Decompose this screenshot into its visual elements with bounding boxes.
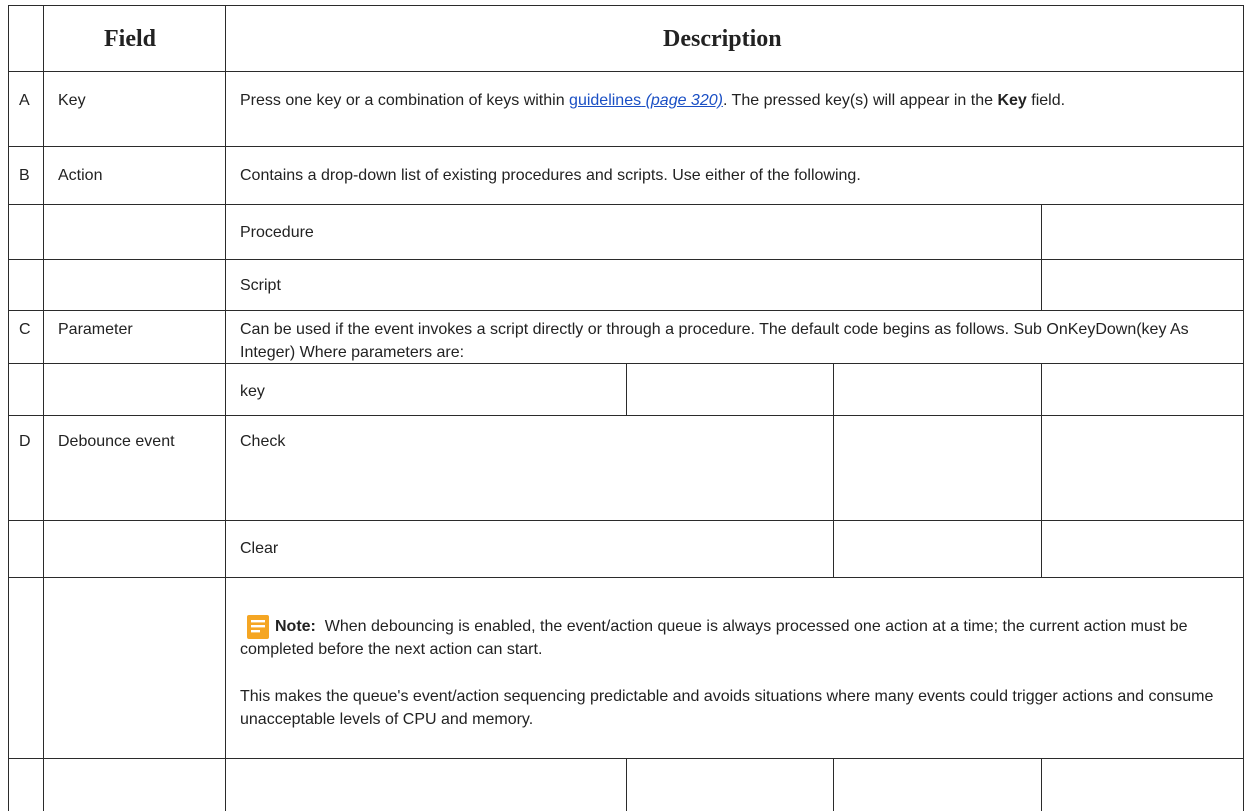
option-procedure: Procedure: [240, 224, 314, 241]
guidelines-link[interactable]: guidelines (page 320): [569, 92, 723, 109]
note-paragraph: This makes the queue's event/action sequ…: [240, 688, 1214, 728]
note-label: Note:: [275, 618, 316, 635]
grid-line: [1041, 363, 1042, 415]
field-description: Press one key or a combination of keys w…: [240, 89, 1225, 112]
grid-line: [225, 5, 226, 811]
grid-line: [43, 5, 44, 811]
grid-line: [8, 5, 1244, 6]
grid-line: [833, 363, 834, 415]
desc-text: . The pressed key(s) will appear in the: [722, 92, 998, 109]
grid-line: [1041, 204, 1042, 310]
grid-line: [833, 758, 834, 811]
grid-line: [626, 758, 627, 811]
header-description: Description: [663, 26, 782, 52]
option-check: Check: [240, 433, 286, 450]
grid-line: [1041, 758, 1042, 811]
header-field: Field: [104, 26, 156, 52]
field-description: Contains a drop-down list of existing pr…: [240, 167, 861, 184]
field-name: Key: [58, 92, 86, 109]
row-letter: D: [19, 433, 31, 450]
note-body: Note: When debouncing is enabled, the ev…: [240, 615, 1230, 661]
option-script: Script: [240, 277, 281, 294]
note-text: When debouncing is enabled, the event/ac…: [240, 618, 1188, 658]
grid-line: [8, 577, 1244, 578]
option-clear: Clear: [240, 540, 279, 557]
link-page-ref: (page 320): [645, 92, 723, 109]
desc-text: Press one key or a combination of keys w…: [240, 92, 570, 109]
grid-line: [8, 520, 1244, 521]
row-letter: C: [19, 321, 31, 338]
field-description: Can be used if the event invokes a scrip…: [240, 321, 1189, 361]
grid-line: [8, 71, 1244, 72]
desc-bold: Key: [997, 92, 1027, 109]
grid-line: [8, 415, 1244, 416]
grid-line: [833, 415, 834, 577]
grid-line: [8, 146, 1244, 147]
grid-line: [8, 310, 1244, 311]
grid-line: [8, 204, 1244, 205]
field-name: Action: [58, 167, 103, 184]
field-name: Parameter: [58, 321, 133, 338]
grid-line: [1041, 415, 1042, 577]
row-letter: B: [19, 167, 30, 184]
field-name: Debounce event: [58, 433, 175, 450]
grid-line: [8, 259, 1244, 260]
grid-line: [8, 5, 9, 811]
parameter-key: key: [240, 383, 265, 400]
row-letter: A: [19, 92, 30, 109]
desc-text: field.: [1026, 92, 1066, 109]
grid-line: [1243, 5, 1244, 811]
link-text: guidelines: [569, 92, 642, 109]
grid-line: [626, 363, 627, 415]
